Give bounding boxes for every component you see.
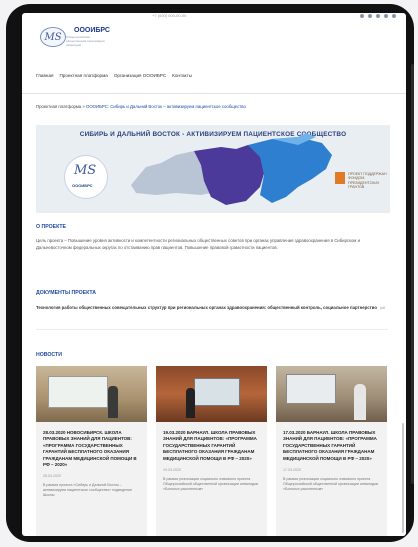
social-icons <box>360 14 396 18</box>
logo-subtitle: Общероссийская общественная организация … <box>66 35 105 47</box>
news-card[interactable]: 28.03.2020 НОВОСИБИРСК. ШКОЛА ПРАВОВЫХ З… <box>36 366 147 536</box>
news-title[interactable]: 17.03.2020 БАРНАУЛ. ШКОЛА ПРАВОВЫХ ЗНАНИ… <box>283 430 381 462</box>
tablet-frame: +7 (000) 000-00-00 MS ОООИБРС Общероссий… <box>6 4 414 542</box>
documents-heading: ДОКУМЕНТЫ ПРОЕКТА <box>36 290 96 296</box>
breadcrumb-item-current: ОООИБРС: Сибирь и Дальний Восток – актив… <box>86 104 246 109</box>
section-divider <box>36 329 388 330</box>
news-title[interactable]: 19.03.2020 БАРНАУЛ. ШКОЛА ПРАВОВЫХ ЗНАНИ… <box>163 430 261 462</box>
news-excerpt: В рамках проекта «Сибирь и Дальний Восто… <box>43 483 132 498</box>
speaker-figure <box>108 386 118 418</box>
search-icon[interactable] <box>392 14 396 18</box>
facebook-icon[interactable] <box>368 14 372 18</box>
logo-text-block: ОООИБРС Общероссийская общественная орга… <box>66 27 110 47</box>
news-date: 28.03.2020 <box>43 474 61 479</box>
phone-number[interactable]: +7 (000) 000-00-00 <box>152 13 186 18</box>
news-date: 19.03.2020 <box>163 468 181 473</box>
documents-link-text[interactable]: Технология работы общественных совещател… <box>36 305 377 310</box>
about-heading: О ПРОЕКТЕ <box>36 224 67 230</box>
logo-name: ОООИБРС <box>74 27 110 34</box>
news-photo[interactable] <box>276 366 387 422</box>
news-title[interactable]: 28.03.2020 НОВОСИБИРСК. ШКОЛА ПРАВОВЫХ З… <box>43 430 141 468</box>
web-page: +7 (000) 000-00-00 MS ОООИБРС Общероссий… <box>22 13 406 536</box>
projector-screen <box>286 374 336 404</box>
file-type-hint: pdf <box>380 306 386 310</box>
news-list: 28.03.2020 НОВОСИБИРСК. ШКОЛА ПРАВОВЫХ З… <box>36 366 388 536</box>
map-region-siberia <box>194 145 266 205</box>
breadcrumb-item-platform[interactable]: Проектная платформа <box>36 104 81 109</box>
breadcrumb-separator: » <box>82 104 85 109</box>
documents-link[interactable]: Технология работы общественных совещател… <box>36 305 386 312</box>
header-divider <box>22 93 406 94</box>
youtube-icon[interactable] <box>384 14 388 18</box>
page-scrollbar[interactable] <box>402 423 404 533</box>
site-logo[interactable]: MS ОООИБРС Общероссийская общественная о… <box>40 27 110 47</box>
nav-item-platform[interactable]: Проектная платформа <box>59 73 107 78</box>
about-text: Цель проекта – Повышение уровня активнос… <box>36 238 360 250</box>
tablet-side-button <box>411 64 414 484</box>
projector-screen <box>48 376 108 408</box>
speaker-figure <box>186 388 195 418</box>
vk-icon[interactable] <box>360 14 364 18</box>
news-photo[interactable] <box>156 366 267 422</box>
speaker-figure <box>354 384 366 420</box>
news-excerpt: В рамках реализации социально значимого … <box>163 477 258 492</box>
nav-item-contacts[interactable]: Контакты <box>172 73 192 78</box>
news-card[interactable]: 19.03.2020 БАРНАУЛ. ШКОЛА ПРАВОВЫХ ЗНАНИ… <box>156 366 267 536</box>
project-banner: СИБИРЬ И ДАЛЬНИЙ ВОСТОК - АКТИВИЗИРУЕМ П… <box>36 125 390 213</box>
logo-mark: MS <box>40 27 66 47</box>
nav-item-home[interactable]: Главная <box>36 73 53 78</box>
main-nav: Главная Проектная платформа Организация … <box>36 73 192 78</box>
nav-item-organization[interactable]: Организация ОООИБРС <box>114 73 166 78</box>
news-excerpt: В рамках реализации социально значимого … <box>283 477 378 492</box>
news-photo[interactable] <box>36 366 147 422</box>
instagram-icon[interactable] <box>376 14 380 18</box>
grant-text: ПРОЕКТ ПОДДЕРЖАН ФОНДОМ ПРЕЗИДЕНТСКИХ ГР… <box>348 172 387 190</box>
projector-screen <box>194 378 240 406</box>
grant-logo <box>335 172 345 184</box>
news-card[interactable]: 17.03.2020 БАРНАУЛ. ШКОЛА ПРАВОВЫХ ЗНАНИ… <box>276 366 387 536</box>
breadcrumb: Проектная платформа » ОООИБРС: Сибирь и … <box>36 104 246 109</box>
news-date: 17.03.2020 <box>283 468 301 473</box>
russia-map <box>131 133 332 205</box>
news-heading: НОВОСТИ <box>36 352 62 358</box>
